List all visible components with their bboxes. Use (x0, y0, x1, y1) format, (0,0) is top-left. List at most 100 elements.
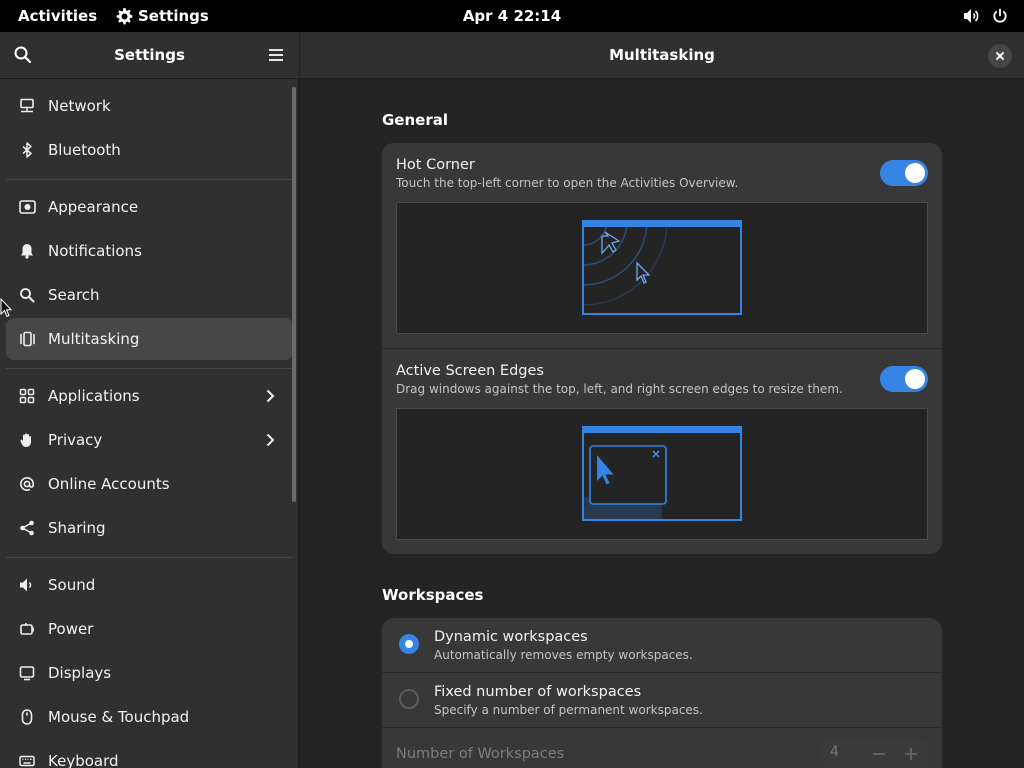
fixed-workspaces-title: Fixed number of workspaces (434, 684, 642, 700)
sidebar: Settings Network Bluetooth Appearance No… (0, 32, 299, 768)
sidebar-item-keyboard[interactable]: Keyboard (6, 740, 293, 768)
sidebar-item-label: Bluetooth (48, 141, 121, 159)
dynamic-workspaces-row[interactable]: Dynamic workspaces Automatically removes… (382, 618, 942, 672)
workspaces-card: Dynamic workspaces Automatically removes… (382, 618, 942, 768)
dynamic-workspaces-radio[interactable] (399, 634, 419, 654)
bell-icon (18, 242, 36, 260)
sidebar-item-label: Notifications (48, 242, 142, 260)
sidebar-header: Settings (0, 32, 299, 79)
content-header: Multitasking (300, 32, 1024, 79)
app-menu[interactable]: Settings (116, 7, 209, 25)
page-title: Multitasking (609, 46, 715, 64)
screen-edges-illustration (396, 408, 928, 540)
sidebar-item-sharing[interactable]: Sharing (6, 507, 293, 549)
hot-corner-graphic (582, 220, 742, 315)
sidebar-item-applications[interactable]: Applications (6, 375, 293, 417)
mouse-pointer-icon (0, 298, 12, 318)
mouse-icon (18, 708, 36, 726)
screen-edges-title: Active Screen Edges (396, 363, 544, 379)
sidebar-separator (6, 368, 293, 369)
card-divider (382, 727, 942, 728)
sidebar-item-label: Sharing (48, 519, 106, 537)
gear-icon (116, 7, 133, 24)
fixed-workspaces-row[interactable]: Fixed number of workspaces Specify a num… (382, 673, 942, 727)
sidebar-item-sound[interactable]: Sound (6, 564, 293, 606)
hamburger-menu-icon[interactable] (267, 46, 285, 64)
sidebar-item-power[interactable]: Power (6, 608, 293, 650)
general-heading: General (382, 111, 448, 129)
sidebar-item-privacy[interactable]: Privacy (6, 419, 293, 461)
network-icon (18, 97, 36, 115)
sidebar-title: Settings (114, 46, 185, 64)
speaker-icon (18, 576, 36, 594)
sidebar-separator (6, 557, 293, 558)
toggle-knob (905, 163, 925, 183)
fixed-workspaces-subtitle: Specify a number of permanent workspaces… (434, 703, 703, 717)
dynamic-workspaces-subtitle: Automatically removes empty workspaces. (434, 648, 693, 662)
apps-grid-icon (18, 387, 36, 405)
hot-corner-title: Hot Corner (396, 157, 475, 173)
sidebar-item-label: Network (48, 97, 111, 115)
sidebar-item-label: Multitasking (48, 330, 140, 348)
sidebar-item-appearance[interactable]: Appearance (6, 186, 293, 228)
general-card: Hot Corner Touch the top-left corner to … (382, 143, 942, 554)
chevron-right-icon (266, 433, 275, 447)
minus-icon[interactable] (872, 747, 886, 761)
sidebar-item-label: Mouse & Touchpad (48, 708, 190, 726)
dynamic-workspaces-title: Dynamic workspaces (434, 629, 588, 645)
number-of-workspaces-label: Number of Workspaces (396, 746, 565, 762)
search-icon (18, 286, 36, 304)
toggle-knob (905, 369, 925, 389)
sidebar-item-label: Keyboard (48, 752, 119, 768)
close-icon (995, 51, 1005, 61)
app-name: Settings (138, 7, 209, 25)
sidebar-item-mouse-touchpad[interactable]: Mouse & Touchpad (6, 696, 293, 738)
sidebar-scrollbar[interactable] (292, 87, 296, 502)
sidebar-item-label: Applications (48, 387, 140, 405)
sidebar-item-label: Power (48, 620, 94, 638)
close-button[interactable] (988, 44, 1012, 68)
share-icon (18, 519, 36, 537)
activities-button[interactable]: Activities (18, 7, 97, 25)
sidebar-item-label: Sound (48, 576, 96, 594)
screen-edges-graphic (582, 426, 742, 521)
multitasking-icon (18, 330, 36, 348)
display-icon (18, 664, 36, 682)
hand-icon (18, 431, 36, 449)
sidebar-item-label: Appearance (48, 198, 139, 216)
appearance-icon (18, 198, 36, 216)
sidebar-item-bluetooth[interactable]: Bluetooth (6, 129, 293, 171)
bluetooth-icon (18, 141, 36, 159)
sidebar-item-label: Privacy (48, 431, 103, 449)
number-of-workspaces-spinner[interactable]: 4 (822, 738, 928, 768)
power-icon (18, 620, 36, 638)
top-bar: Activities Settings Apr 4 22:14 (0, 0, 1024, 32)
volume-icon (964, 9, 979, 23)
sidebar-item-label: Displays (48, 664, 112, 682)
fixed-workspaces-radio[interactable] (399, 689, 419, 709)
screen-edges-toggle[interactable] (880, 366, 928, 392)
sidebar-item-label: Search (48, 286, 100, 304)
card-divider (382, 348, 942, 349)
workspaces-heading: Workspaces (382, 586, 484, 604)
at-icon (18, 475, 36, 493)
sidebar-item-online-accounts[interactable]: Online Accounts (6, 463, 293, 505)
number-of-workspaces-value[interactable]: 4 (830, 744, 839, 760)
hot-corner-illustration (396, 202, 928, 334)
sidebar-item-network[interactable]: Network (6, 85, 293, 127)
sidebar-separator (6, 179, 293, 180)
sidebar-item-multitasking[interactable]: Multitasking (6, 318, 293, 360)
radio-dot (405, 640, 413, 648)
sidebar-item-notifications[interactable]: Notifications (6, 230, 293, 272)
sidebar-item-displays[interactable]: Displays (6, 652, 293, 694)
system-tray[interactable] (963, 8, 1008, 24)
hot-corner-subtitle: Touch the top-left corner to open the Ac… (396, 176, 739, 190)
keyboard-icon (18, 752, 36, 768)
sidebar-item-search[interactable]: Search (6, 274, 293, 316)
plus-icon[interactable] (904, 747, 918, 761)
power-icon (993, 8, 1007, 23)
screen-edges-subtitle: Drag windows against the top, left, and … (396, 382, 843, 396)
hot-corner-toggle[interactable] (880, 160, 928, 186)
sidebar-item-label: Online Accounts (48, 475, 170, 493)
chevron-right-icon (266, 389, 275, 403)
